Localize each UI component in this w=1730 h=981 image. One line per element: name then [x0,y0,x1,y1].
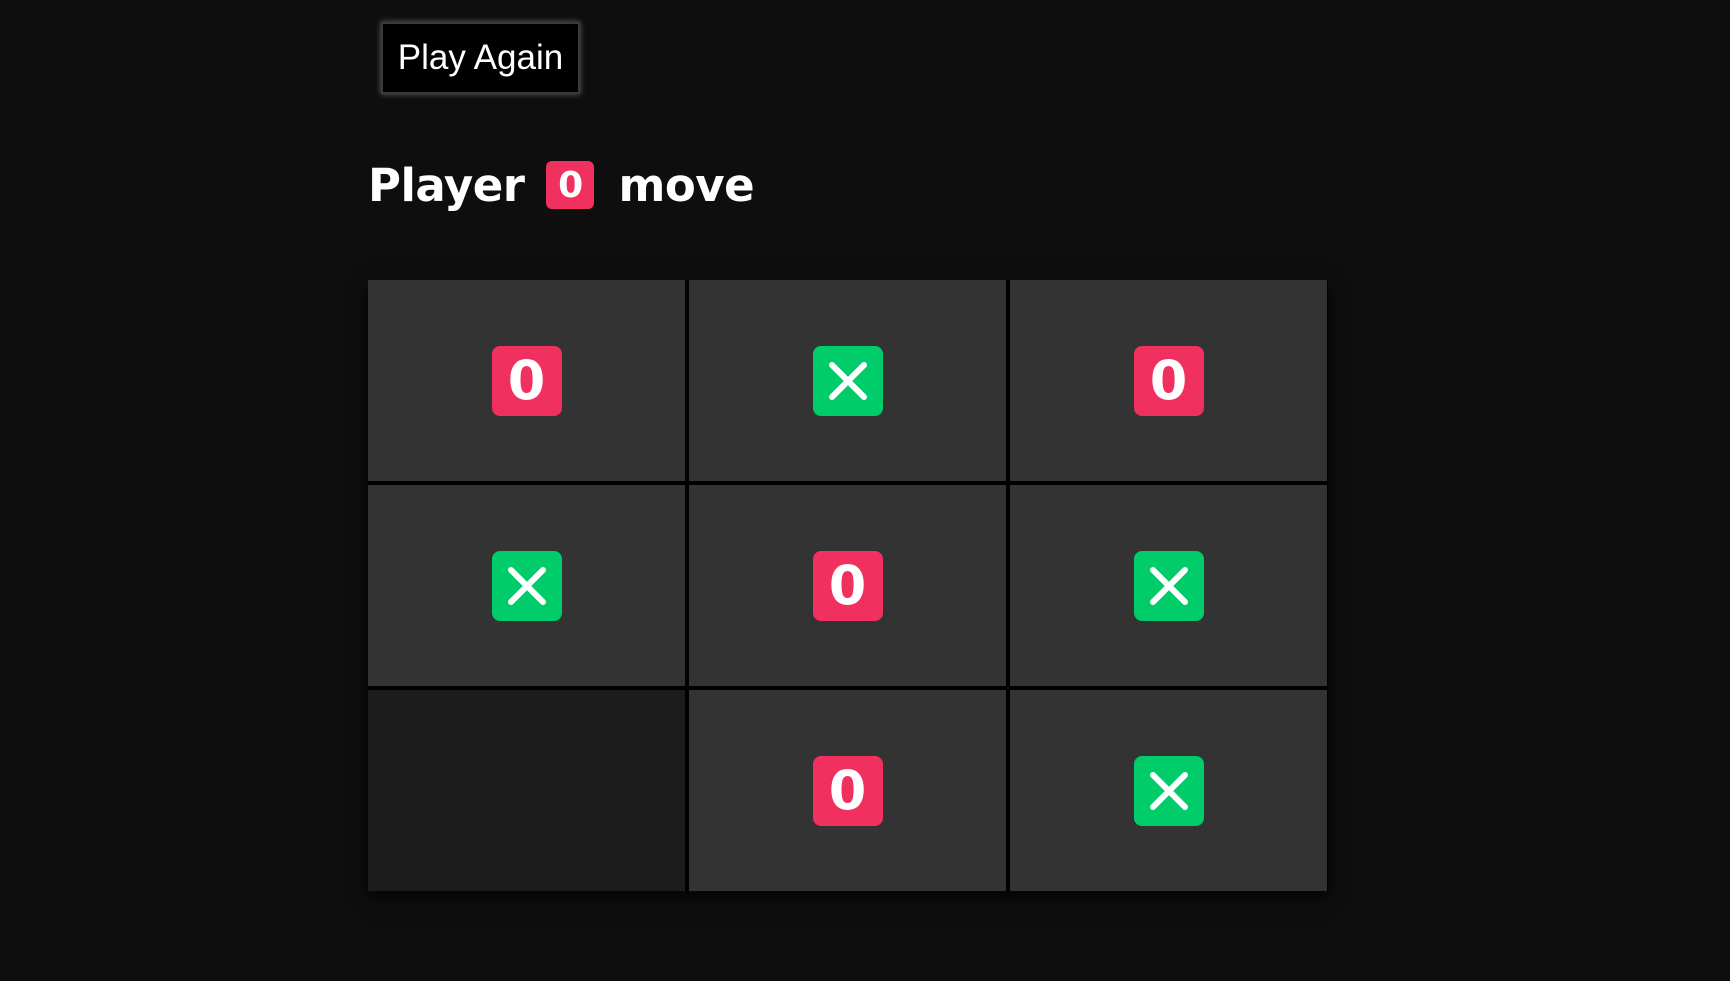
o-mark-badge: 0 [491,345,562,416]
board-cell[interactable] [1010,690,1327,891]
x-icon [507,566,546,605]
x-icon [828,361,867,400]
game-page: Play Again Player 0 move 0 0 0 0 [0,0,1730,981]
x-mark-badge [812,345,883,416]
status-prefix: Player [368,158,525,212]
board-cell[interactable]: 0 [368,280,685,481]
o-mark-badge: 0 [812,550,883,621]
x-mark-badge [491,550,562,621]
current-player-badge: 0 [546,161,595,209]
x-mark-badge [1133,755,1204,826]
o-mark-badge: 0 [1133,345,1204,416]
game-board: 0 0 0 0 [368,280,1328,891]
x-icon [1149,771,1188,810]
board-cell[interactable] [1010,485,1327,686]
board-cell[interactable] [368,690,685,891]
x-mark-badge [1133,550,1204,621]
board-cell[interactable] [689,280,1006,481]
turn-status: Player 0 move [368,150,755,220]
x-icon [1149,566,1188,605]
board-cell[interactable]: 0 [689,690,1006,891]
o-mark-badge: 0 [812,755,883,826]
board-cell[interactable]: 0 [1010,280,1327,481]
board-cell[interactable] [368,485,685,686]
board-cell[interactable]: 0 [689,485,1006,686]
status-suffix: move [618,158,755,212]
play-again-button[interactable]: Play Again [381,22,580,94]
